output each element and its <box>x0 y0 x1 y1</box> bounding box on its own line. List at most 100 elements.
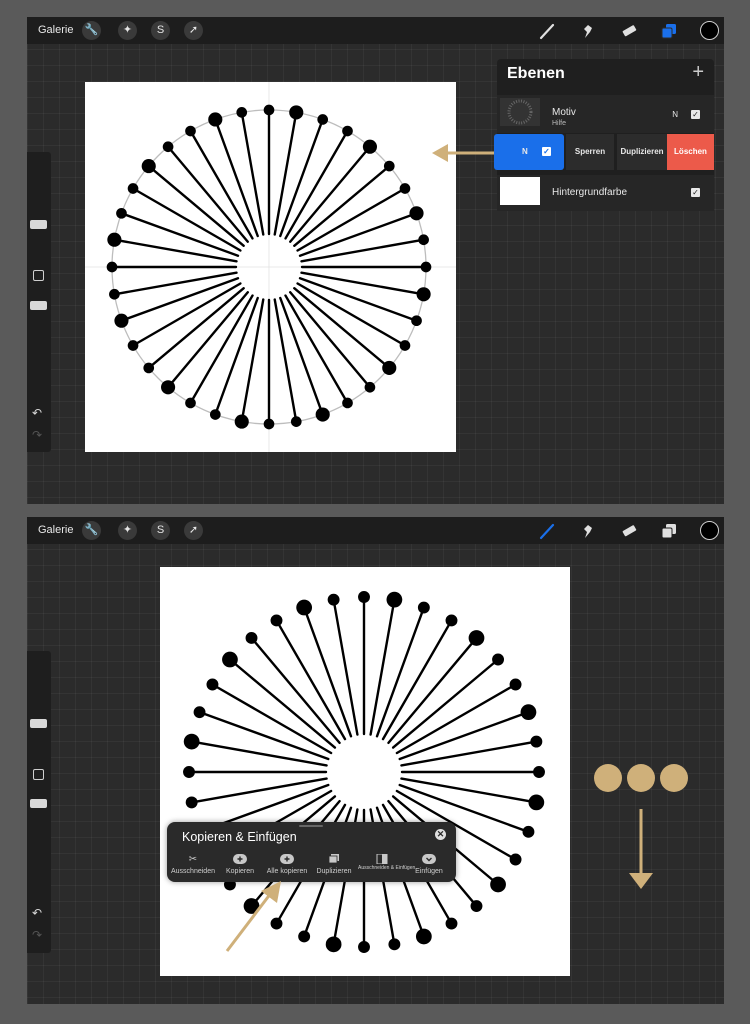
lock-button[interactable]: Sperren <box>566 134 614 170</box>
spoke-dot <box>236 107 248 118</box>
spoke-line <box>400 777 538 804</box>
wrench-icon[interactable]: 🔧 <box>82 21 101 40</box>
radial-drawing <box>85 82 456 452</box>
brush-size-slider[interactable] <box>30 220 47 229</box>
arrow-icon[interactable]: ➚ <box>184 521 203 540</box>
layer-thumbnail <box>500 177 540 205</box>
brush-size-slider[interactable] <box>30 719 47 728</box>
spoke-dot <box>208 112 223 127</box>
delete-button[interactable]: Löschen <box>667 134 714 170</box>
button-label: Kopieren <box>225 868 255 875</box>
redo-icon[interactable]: ↷ <box>32 428 42 442</box>
brush-icon[interactable] <box>538 22 556 40</box>
layer-row-motiv[interactable]: Motiv Hilfe N ✓ <box>497 95 714 133</box>
modify-button[interactable] <box>33 769 44 780</box>
spoke-line <box>298 212 418 257</box>
cut-button[interactable]: ✂ Ausschneiden <box>169 854 217 875</box>
smudge-icon[interactable] <box>579 22 597 40</box>
spoke-dot <box>290 416 302 427</box>
layers-icon[interactable] <box>660 522 678 540</box>
layer-row-background[interactable]: Hintergrundfarbe ✓ <box>497 175 714 211</box>
brush-icon[interactable] <box>538 522 556 540</box>
spoke-dot <box>270 614 283 627</box>
spoke-dot <box>127 340 139 351</box>
copy-all-button[interactable]: Alle kopieren <box>263 854 311 875</box>
selection-s-icon[interactable]: S <box>151 21 170 40</box>
spoke-line <box>113 238 238 263</box>
undo-icon[interactable]: ↶ <box>32 906 42 920</box>
layers-icon[interactable] <box>660 22 678 40</box>
swiped-layer-row[interactable]: N ✓ <box>494 134 564 170</box>
undo-icon[interactable]: ↶ <box>32 406 42 420</box>
annotation-arrow-down <box>629 809 653 889</box>
button-label: Alle kopieren <box>266 868 308 875</box>
close-icon[interactable]: ✕ <box>435 829 446 840</box>
duplicate-icon <box>310 854 358 865</box>
visibility-checkbox[interactable]: ✓ <box>542 147 551 156</box>
spoke-dot <box>263 104 275 116</box>
gallery-button[interactable]: Galerie <box>38 24 73 36</box>
modify-button[interactable] <box>33 270 44 281</box>
color-icon[interactable] <box>700 521 719 540</box>
spoke-line <box>375 606 426 738</box>
canvas[interactable] <box>85 82 456 452</box>
spoke-dot <box>399 340 411 351</box>
magic-wand-icon[interactable]: ✦ <box>118 21 137 40</box>
eraser-icon[interactable] <box>620 522 638 540</box>
spoke-dot <box>325 936 342 953</box>
paste-button[interactable]: Einfügen <box>405 854 453 875</box>
wrench-icon[interactable]: 🔧 <box>82 521 101 540</box>
cut-paste-icon <box>358 853 406 865</box>
spoke-dot <box>143 362 155 374</box>
spoke-dot <box>533 766 545 778</box>
opacity-slider[interactable] <box>30 301 47 310</box>
visibility-checkbox[interactable]: ✓ <box>691 110 700 119</box>
button-label: Ausschneiden <box>171 868 215 875</box>
spoke-dot <box>418 234 429 246</box>
top-toolbar: Galerie 🔧 ✦ S ➚ <box>27 17 724 44</box>
layers-title: Ebenen <box>507 65 565 82</box>
magic-wand-icon[interactable]: ✦ <box>118 521 137 540</box>
spoke-dot <box>116 207 127 219</box>
spoke-line <box>113 271 238 296</box>
plus-icon <box>263 854 311 865</box>
add-layer-button[interactable]: + <box>692 61 704 84</box>
spoke-dot <box>364 381 376 393</box>
spoke-dot <box>386 591 403 608</box>
spoke-dot <box>522 825 535 838</box>
spoke-dot <box>492 653 505 666</box>
spoke-dot <box>415 928 432 945</box>
redo-icon[interactable]: ↷ <box>32 928 42 942</box>
panel-drag-handle[interactable] <box>299 825 323 827</box>
gallery-button[interactable]: Galerie <box>38 524 73 536</box>
cut-paste-button[interactable]: Ausschneiden & Einfügen <box>358 853 415 872</box>
spoke-line <box>273 298 298 423</box>
annotation-arrow-up-right <box>225 881 281 952</box>
spoke-dot <box>193 706 206 719</box>
eraser-icon[interactable] <box>620 22 638 40</box>
radial-drawing <box>183 591 545 953</box>
duplicate-button[interactable]: Duplizieren <box>310 854 358 875</box>
color-icon[interactable] <box>700 21 719 40</box>
layer-name: Motiv <box>552 107 576 118</box>
spoke-dot <box>417 601 430 614</box>
copy-button[interactable]: Kopieren <box>216 854 264 875</box>
spoke-dot <box>420 261 432 273</box>
smudge-icon[interactable] <box>579 522 597 540</box>
duplicate-button[interactable]: Duplizieren <box>617 134 667 170</box>
layer-subtitle: Hilfe <box>552 120 567 127</box>
spoke-dot <box>161 380 176 395</box>
canvas[interactable] <box>160 567 570 976</box>
opacity-slider[interactable] <box>30 799 47 808</box>
spoke-line <box>273 111 298 236</box>
visibility-checkbox[interactable]: ✓ <box>691 188 700 197</box>
spoke-dot <box>358 941 370 953</box>
arrow-icon[interactable]: ➚ <box>184 21 203 40</box>
blend-mode-button[interactable]: N <box>522 134 528 170</box>
blend-mode-button[interactable]: N <box>672 110 678 119</box>
selection-s-icon[interactable]: S <box>151 521 170 540</box>
spoke-line <box>279 118 324 238</box>
spoke-dot <box>520 704 537 721</box>
procreate-screen-copy-paste: Galerie 🔧 ✦ S ➚ ↶ ↷ Kopieren & Einfügen … <box>27 517 724 1004</box>
spoke-dot <box>490 876 506 893</box>
